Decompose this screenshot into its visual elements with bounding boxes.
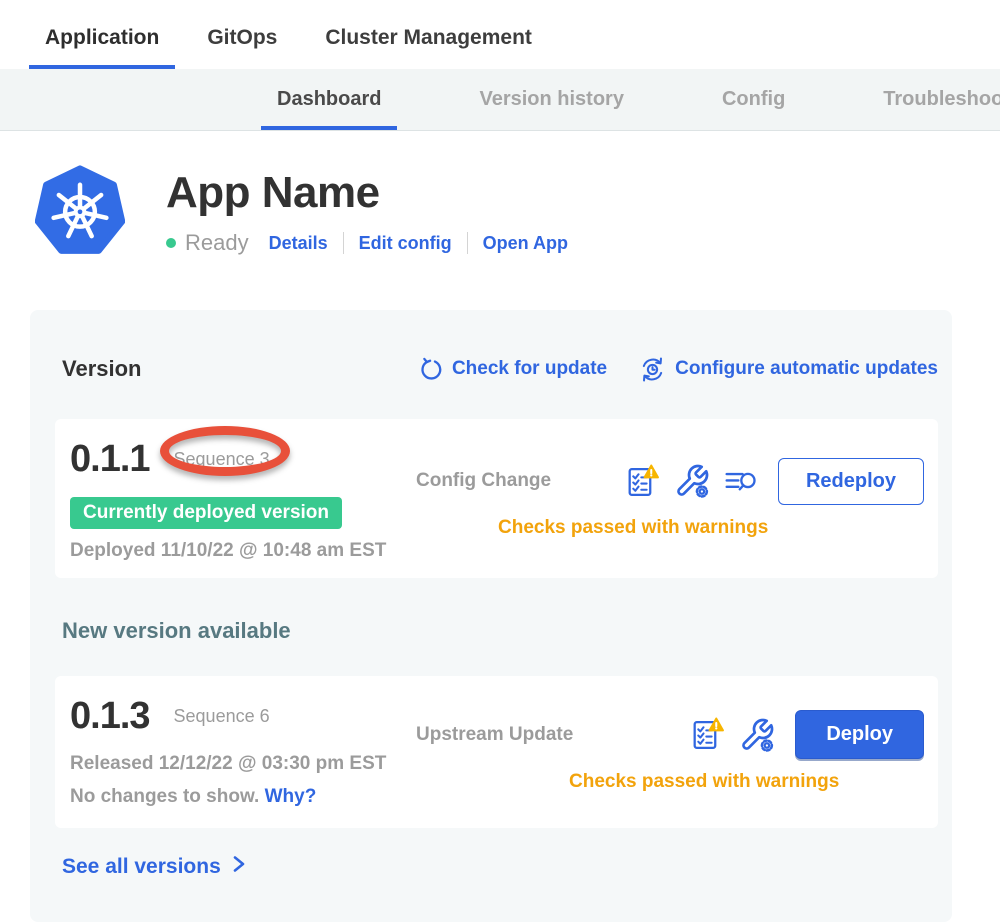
available-version-card: 0.1.3 Sequence 6 Released 12/12/22 @ 03:… — [55, 676, 938, 828]
warning-triangle-icon — [645, 465, 658, 477]
wrench-gear-icon — [739, 717, 775, 753]
current-version-card: 0.1.1 Sequence 3 Currently deployed vers… — [55, 419, 938, 578]
deployed-timestamp: Deployed 11/10/22 @ 10:48 am EST — [70, 540, 400, 562]
current-version-source: Config Change — [416, 470, 551, 492]
preflight-checks-button[interactable] — [623, 464, 660, 499]
current-version-number: 0.1.1 — [70, 438, 150, 481]
sub-nav-tab-troubleshoot[interactable]: Troubleshoot — [867, 69, 1000, 130]
main-nav-tab-cluster-management[interactable]: Cluster Management — [309, 0, 548, 69]
preflight-checklist-icon — [623, 464, 660, 499]
app-sub-nav: Dashboard Version history Config Trouble… — [0, 69, 1000, 131]
main-nav-tab-application[interactable]: Application — [29, 0, 175, 69]
configure-automatic-updates-label: Configure automatic updates — [675, 358, 938, 380]
app-status-row: Ready Details Edit config Open App — [166, 230, 568, 256]
preflight-checklist-icon — [688, 717, 725, 752]
edit-config-link[interactable]: Edit config — [359, 233, 452, 254]
configure-automatic-updates-link[interactable]: Configure automatic updates — [639, 356, 938, 383]
version-panel: Version Check for update — [30, 310, 952, 922]
scheduled-update-icon — [639, 356, 666, 383]
available-version-source: Upstream Update — [416, 724, 573, 746]
currently-deployed-badge: Currently deployed version — [70, 497, 342, 529]
app-status-label: Ready — [185, 230, 249, 256]
check-for-update-label: Check for update — [452, 358, 607, 380]
kubernetes-logo-icon — [35, 161, 125, 264]
divider — [467, 232, 468, 254]
divider — [343, 232, 344, 254]
new-version-heading: New version available — [62, 618, 938, 644]
green-dot-icon — [166, 238, 176, 248]
sub-nav-tab-version-history[interactable]: Version history — [463, 69, 640, 130]
main-nav: Application GitOps Cluster Management — [0, 0, 1000, 69]
released-timestamp: Released 12/12/22 @ 03:30 pm EST — [70, 753, 400, 775]
redeploy-button[interactable]: Redeploy — [778, 458, 924, 505]
check-for-update-link[interactable]: Check for update — [418, 357, 607, 382]
refresh-icon — [418, 357, 443, 382]
chevron-right-icon — [230, 854, 248, 880]
warning-triangle-icon — [710, 719, 723, 731]
view-diff-button[interactable] — [724, 466, 758, 496]
details-link[interactable]: Details — [269, 233, 328, 254]
edit-config-icon-button[interactable] — [674, 463, 710, 499]
app-header: App Name Ready Details Edit config Open … — [35, 161, 1000, 264]
current-sequence-label: Sequence 3 — [174, 449, 270, 470]
preflight-checks-button[interactable] — [688, 717, 725, 752]
diff-search-icon — [724, 466, 758, 496]
deploy-button[interactable]: Deploy — [795, 710, 924, 759]
see-all-versions-link[interactable]: See all versions — [62, 854, 248, 880]
version-panel-title: Version — [62, 356, 141, 382]
see-all-versions-label: See all versions — [62, 855, 221, 879]
no-changes-label: No changes to show. — [70, 786, 259, 807]
main-nav-tab-gitops[interactable]: GitOps — [191, 0, 293, 69]
why-link[interactable]: Why? — [265, 786, 317, 807]
no-changes-text: No changes to show. Why? — [70, 786, 400, 808]
wrench-gear-icon — [674, 463, 710, 499]
app-title: App Name — [166, 168, 568, 218]
available-checks-status: Checks passed with warnings — [569, 771, 924, 793]
sub-nav-tab-config[interactable]: Config — [706, 69, 801, 130]
sub-nav-tab-dashboard[interactable]: Dashboard — [261, 69, 397, 130]
available-sequence-label: Sequence 6 — [174, 706, 270, 727]
edit-config-icon-button[interactable] — [739, 717, 775, 753]
open-app-link[interactable]: Open App — [483, 233, 568, 254]
current-checks-status: Checks passed with warnings — [498, 517, 924, 539]
available-version-number: 0.1.3 — [70, 695, 150, 738]
